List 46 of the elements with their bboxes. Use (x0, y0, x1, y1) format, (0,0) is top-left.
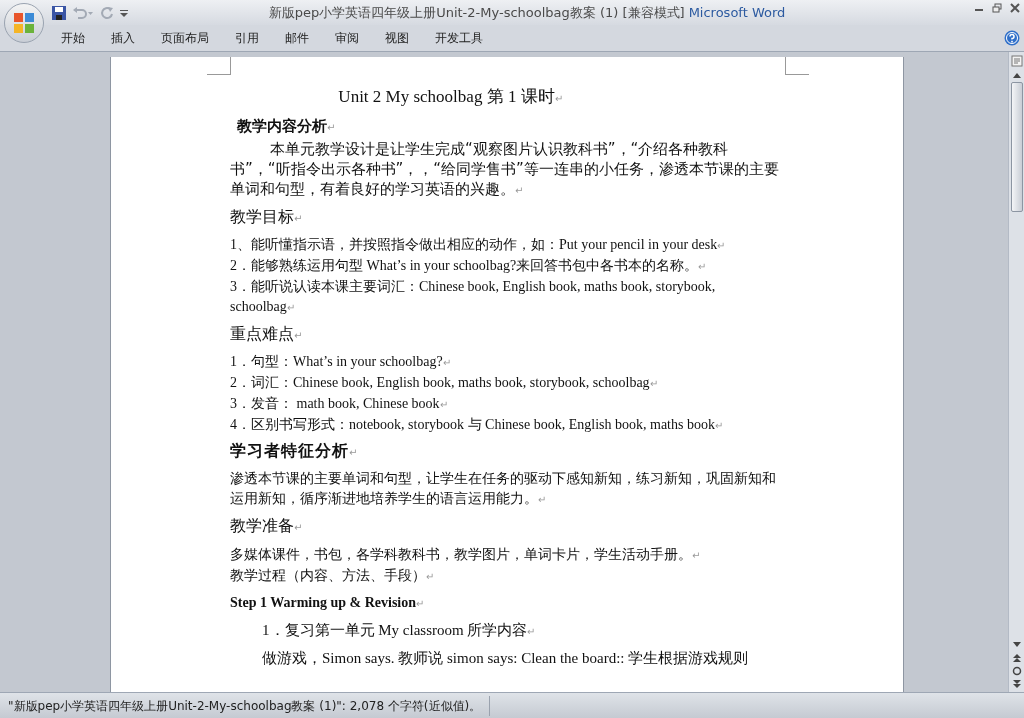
browse-object-icon[interactable] (1011, 666, 1022, 676)
paragraph-text: 3．能听说认读本课主要词汇：Chinese book, English book, maths book, storybook, schoolbag↵ (230, 278, 717, 316)
paragraph-text: 教学过程（内容、方法、手段）↵ (230, 567, 435, 585)
ruler-toggle-icon[interactable] (1010, 55, 1023, 67)
restore-icon[interactable] (992, 3, 1002, 13)
office-logo-icon (13, 12, 35, 34)
ribbon-tab[interactable]: 引用 (222, 26, 272, 50)
help-icon[interactable] (1004, 30, 1020, 46)
paragraph-text: 2．能够熟练运用句型 What’s in your schoolbag?来回答书包中各书本的名称。↵ (230, 257, 708, 275)
section-heading: Step 1 Warming up & Revision↵ (230, 594, 426, 612)
close-icon[interactable] (1010, 3, 1020, 13)
paragraph-text: 1．句型：What’s in your schoolbag?↵ (230, 353, 452, 371)
office-button[interactable] (4, 3, 44, 43)
ribbon-tab[interactable]: 视图 (372, 26, 422, 50)
paragraph-text: 4．区别书写形式：notebook, storybook 与 Chinese book, English book, maths book↵ (230, 416, 724, 434)
section-heading: 教学准备↵ (230, 515, 304, 537)
app-name: Microsoft Word (688, 3, 786, 22)
paragraph-text: 做游戏，Simon says. 教师说 simon says: Clean the board:: 学生根据游戏规则 (262, 649, 750, 668)
save-icon[interactable] (52, 5, 66, 20)
ribbon-tab[interactable]: 审阅 (322, 26, 372, 50)
next-page-icon[interactable] (1011, 679, 1022, 689)
section-heading: 教学目标↵ (230, 206, 304, 228)
ribbon-tab[interactable]: 邮件 (272, 26, 322, 50)
scroll-up-icon[interactable] (1011, 71, 1022, 79)
previous-page-icon[interactable] (1011, 653, 1022, 663)
ribbon-tab[interactable]: 页面布局 (148, 26, 222, 50)
paragraph-text: 渗透本节课的主要单词和句型，让学生在任务的驱动下感知新知，练习新知，巩固新知和运用新知，循序渐进地培养学生的语言运用能力。↵ (230, 470, 777, 508)
ribbon-tab[interactable]: 插入 (98, 26, 148, 50)
paragraph-text: 2．词汇：Chinese book, English book, maths book, storybook, schoolbag↵ (230, 374, 659, 392)
paragraph-text: 多媒体课件，书包，各学科教科书，教学图片，单词卡片，学生活动手册。↵ (230, 545, 702, 564)
paragraph-text: 1．复习第一单元 My classroom 所学内容↵ (262, 621, 537, 640)
window-title: 新版pep小学英语四年级上册Unit-2-My-schoolbag教案 (1) [兼容模式] (268, 3, 685, 22)
vertical-scrollbar[interactable] (1008, 52, 1024, 692)
paragraph-text: 3．发音： math book, Chinese book↵ (230, 395, 449, 413)
paragraph-text: 本单元教学设计是让学生完成“观察图片认识教科书”，“介绍各种教科书”，“听指令出示各种书”，，“给同学售书”等一连串的小任务，渗透本节课的主要单词和句型，有着良好的学习英语的兴趣。↵ (230, 139, 780, 200)
document-title: Unit 2 My schoolbag 第 1 课时↵ (337, 86, 564, 108)
paragraph-text: 1、能听懂指示语，并按照指令做出相应的动作，如：Put your pencil in your desk↵ (230, 236, 727, 254)
ribbon-tab[interactable]: 开始 (48, 26, 98, 50)
scroll-down-icon[interactable] (1011, 641, 1022, 649)
section-heading: 学习者特征分析↵ (230, 440, 360, 462)
ribbon-tab[interactable]: 开发工具 (422, 26, 496, 50)
scroll-thumb[interactable] (1010, 82, 1023, 212)
section-heading: 教学内容分析↵ (237, 116, 337, 137)
status-text: "新版pep小学英语四年级上册Unit-2-My-schoolbag教案 (1)": 2,078 个字符(近似值)。 (8, 697, 482, 715)
section-heading: 重点难点↵ (230, 323, 304, 345)
customize-toolbar-icon[interactable] (120, 8, 128, 17)
